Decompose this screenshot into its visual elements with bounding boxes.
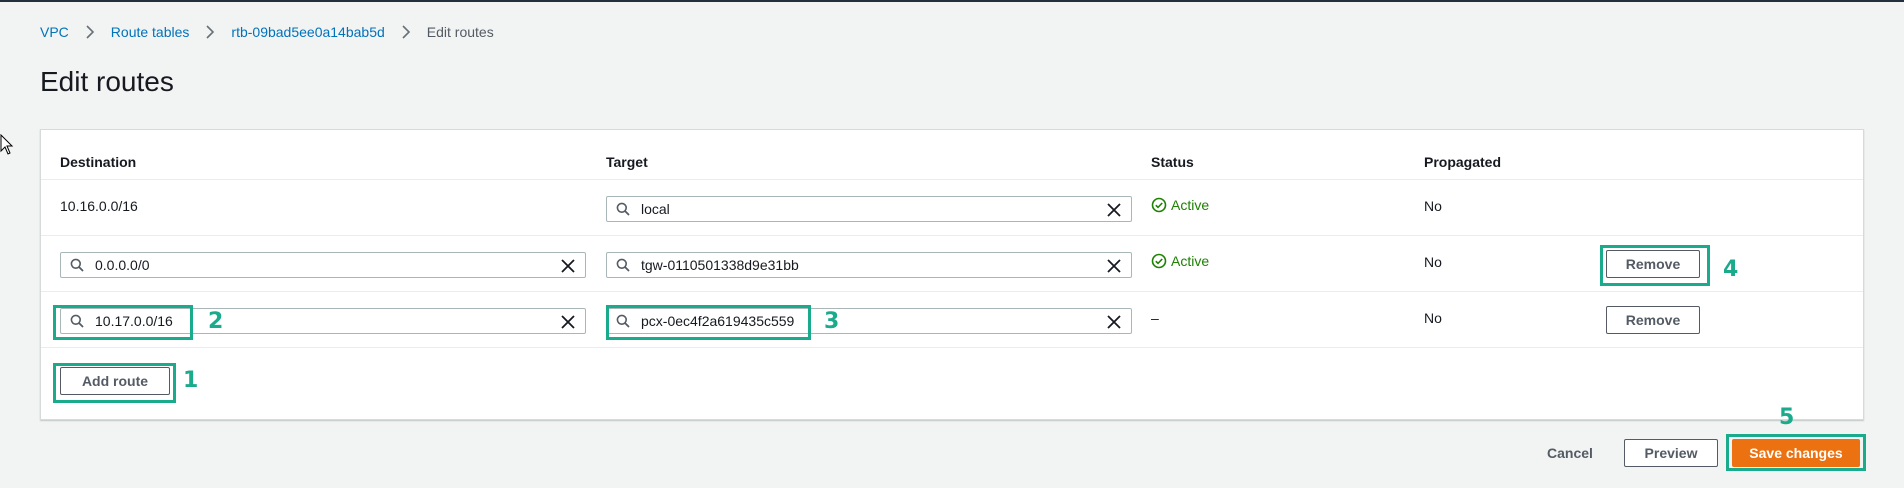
mouse-cursor-icon [0,134,14,155]
breadcrumb: VPC Route tables rtb-09bad5ee0a14bab5d E… [40,24,494,40]
target-input[interactable] [641,312,1061,330]
close-icon[interactable] [561,315,575,329]
target-field[interactable] [606,196,1132,222]
destination-field[interactable] [60,308,586,334]
preview-button[interactable]: Preview [1624,439,1718,467]
search-icon [70,258,84,272]
status-badge: Active [1151,197,1209,213]
destination-input[interactable] [95,256,515,274]
check-circle-icon [1151,197,1167,213]
routes-table-panel: Destination Target Status Propagated 10.… [40,129,1864,420]
add-route-button[interactable]: Add route [60,367,170,395]
propagated-value: No [1424,198,1442,214]
breadcrumb-current: Edit routes [426,24,494,40]
breadcrumb-route-table-id[interactable]: rtb-09bad5ee0a14bab5d [231,24,384,40]
search-icon [616,258,630,272]
search-icon [616,202,630,216]
close-icon[interactable] [1107,259,1121,273]
save-changes-button[interactable]: Save changes [1732,439,1860,467]
chevron-right-icon [79,25,101,39]
target-input[interactable] [641,200,1061,218]
remove-route-button[interactable]: Remove [1606,306,1700,334]
page-title: Edit routes [40,66,174,97]
column-header-target: Target [606,154,648,170]
breadcrumb-route-tables[interactable]: Route tables [111,24,190,40]
propagated-value: No [1424,254,1442,270]
row-divider [41,179,1863,180]
route-destination: 10.16.0.0/16 [60,198,138,214]
destination-input[interactable] [95,312,515,330]
search-icon [70,314,84,328]
check-circle-icon [1151,253,1167,269]
annotation-number: 3 [824,309,840,334]
column-header-destination: Destination [60,154,137,170]
destination-field[interactable] [60,252,586,278]
column-header-status: Status [1151,154,1194,170]
chevron-right-icon [395,25,417,39]
target-field[interactable] [606,308,1132,334]
annotation-number: 5 [1779,405,1795,430]
status-text: Active [1171,253,1210,269]
row-divider [41,347,1863,348]
close-icon[interactable] [1107,203,1121,217]
status-badge: Active [1151,253,1209,269]
target-field[interactable] [606,252,1132,278]
cancel-button[interactable]: Cancel [1536,439,1604,467]
annotation-number: 2 [208,309,224,334]
breadcrumb-vpc[interactable]: VPC [40,24,69,40]
annotation-number: 4 [1723,257,1739,282]
propagated-value: No [1424,310,1442,326]
top-border [0,0,1904,2]
row-divider [41,235,1863,236]
annotation-number: 1 [183,368,199,393]
row-divider [41,291,1863,292]
target-input[interactable] [641,256,1061,274]
close-icon[interactable] [561,259,575,273]
status-text: – [1151,310,1159,326]
remove-route-button[interactable]: Remove [1606,250,1700,278]
column-header-propagated: Propagated [1424,154,1502,170]
status-text: Active [1171,197,1210,213]
close-icon[interactable] [1107,315,1121,329]
search-icon [616,314,630,328]
chevron-right-icon [199,25,221,39]
